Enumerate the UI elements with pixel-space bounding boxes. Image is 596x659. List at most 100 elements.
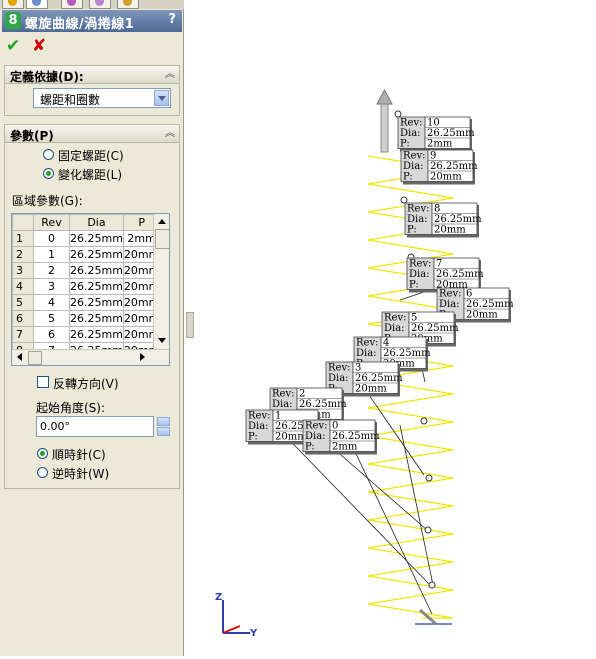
counterclockwise-radio[interactable] — [37, 467, 48, 478]
clockwise-radio[interactable] — [37, 448, 48, 459]
table-row[interactable]: 5 4 26.25mm 20mm — [12, 294, 161, 311]
horizontal-scroll-thumb[interactable] — [28, 351, 42, 365]
scroll-up-icon[interactable] — [158, 219, 166, 224]
table-vertical-scrollbar[interactable] — [153, 214, 169, 349]
helix-feature-icon: 8 — [5, 12, 21, 29]
helix-preview-canvas[interactable]: Rev: 10Dia: 26.25mmP: 2mmRev: 9Dia: 26.25mmP:… — [190, 0, 596, 656]
constant-pitch-radio[interactable] — [43, 149, 54, 160]
help-button[interactable]: ? — [168, 12, 176, 27]
configuration-manager-tab[interactable] — [61, 0, 83, 9]
collapse-chevron-icon[interactable]: ︽ — [165, 125, 175, 142]
callout-field-value: 26.25mm — [383, 348, 431, 359]
graphics-viewport[interactable]: Rev: 10 Dia: 26.25mm P: 2mm Rev: 9 Dia: 26.25mm P:… — [190, 0, 596, 656]
define-by-dropdown[interactable]: 螺距和圈數 — [33, 88, 171, 108]
callout-field-value: 26.25mm — [332, 431, 380, 442]
table-cell[interactable]: 2 — [33, 262, 70, 279]
spin-down-button[interactable] — [157, 427, 170, 436]
control-point[interactable] — [425, 474, 433, 482]
table-row[interactable]: 6 5 26.25mm 20mm — [12, 310, 161, 327]
row-number: 3 — [12, 262, 34, 279]
table-cell[interactable]: 26.25mm — [69, 262, 124, 279]
callout-field-label: P: — [407, 225, 417, 236]
dimxpert-tab[interactable] — [89, 0, 111, 9]
spin-up-button[interactable] — [157, 417, 170, 426]
direction-arrow-head[interactable] — [376, 88, 393, 105]
table-row[interactable]: 7 6 26.25mm 20mm — [12, 326, 161, 343]
display-manager-tab[interactable] — [117, 0, 139, 9]
table-cell[interactable]: 6 — [33, 326, 70, 343]
pitch-callout[interactable]: Rev: 8 Dia: 26.25mm P: 20mm — [404, 202, 482, 238]
table-row[interactable]: 2 1 26.25mm 20mm — [12, 246, 161, 263]
control-point[interactable] — [420, 417, 428, 425]
control-point[interactable] — [394, 110, 402, 118]
table-cell[interactable]: 4 — [33, 294, 70, 311]
control-point[interactable] — [424, 526, 432, 534]
table-cell[interactable]: 3 — [33, 278, 70, 295]
callout-field-label: Dia: — [384, 323, 405, 334]
start-angle-label: 起始角度(S): — [36, 401, 106, 415]
definition-section-header[interactable]: 定義依據(D): ︽ — [4, 65, 180, 84]
callout-field-label: Rev: — [409, 259, 431, 270]
collapse-chevron-icon[interactable]: ︽ — [165, 66, 175, 83]
callout-field-label: Dia: — [409, 269, 430, 280]
cancel-button[interactable]: ✘ — [32, 37, 46, 55]
feature-title-bar: 8 螺旋曲線/渦捲線1 ? — [2, 10, 182, 32]
ok-button[interactable]: ✔ — [6, 37, 20, 55]
triad-z-label: Z — [215, 592, 222, 603]
table-header-cell: Rev — [33, 214, 70, 231]
table-cell[interactable]: 1 — [33, 246, 70, 263]
callout-field-label: P: — [409, 280, 419, 291]
row-number: 6 — [12, 310, 34, 327]
reverse-direction-checkbox[interactable] — [37, 376, 49, 388]
scroll-down-icon[interactable] — [158, 338, 166, 343]
callout-field-label: P: — [403, 172, 413, 183]
callout-field-value: 1 — [275, 411, 281, 422]
callout-field-value: 2 — [299, 389, 305, 400]
table-cell[interactable]: 26.25mm — [69, 278, 124, 295]
table-row[interactable]: 3 2 26.25mm 20mm — [12, 262, 161, 279]
table-cell[interactable]: 26.25mm — [69, 326, 124, 343]
callout-field-value: 8 — [434, 204, 440, 215]
callout-field-label: Rev: — [248, 411, 270, 422]
callout-field-label: Rev: — [403, 151, 425, 162]
callout-field-value: 20mm — [355, 384, 387, 395]
direction-arrow-shaft[interactable] — [380, 103, 389, 153]
control-point[interactable] — [400, 196, 408, 204]
table-cell[interactable]: 26.25mm — [69, 310, 124, 327]
define-by-value: 螺距和圈數 — [40, 93, 101, 107]
chevron-down-icon[interactable] — [154, 90, 169, 106]
scroll-left-icon[interactable] — [17, 353, 22, 361]
pitch-callout[interactable]: Rev: 10 Dia: 26.25mm P: 2mm — [397, 116, 475, 152]
callout-field-label: Rev: — [407, 204, 429, 215]
vertical-scroll-thumb[interactable] — [155, 229, 169, 249]
pitch-callout[interactable]: Rev: 7Dia: 26.25mmP: 20mm — [406, 257, 484, 293]
table-cell[interactable]: 26.25mm — [69, 230, 124, 247]
parameters-section-header[interactable]: 參數(P) ︽ — [4, 124, 180, 143]
property-manager-tab[interactable] — [26, 0, 48, 9]
triad-y-label: Y — [249, 628, 258, 639]
callout-field-label: Dia: — [272, 399, 293, 410]
table-cell[interactable]: 26.25mm — [69, 294, 124, 311]
control-point[interactable] — [428, 581, 436, 589]
callout-field-value: 7 — [436, 259, 442, 270]
callout-field-label: Dia: — [248, 421, 269, 432]
callout-field-label: Rev: — [328, 363, 350, 374]
variable-pitch-radio[interactable] — [43, 168, 54, 179]
table-horizontal-scrollbar[interactable] — [12, 349, 169, 365]
callout-field-label: Rev: — [384, 313, 406, 324]
table-cell[interactable]: 5 — [33, 310, 70, 327]
pitch-callout[interactable]: Rev: 0 Dia: 26.25mm P: 2mm — [302, 419, 380, 455]
callout-field-value: 9 — [430, 151, 436, 162]
table-row[interactable]: 1 0 26.25mm 2mm — [12, 230, 161, 247]
region-params-table[interactable]: Rev Dia P 1 0 26.25mm 2mm 2 1 26.25mm 20mm 322… — [11, 213, 170, 366]
callout-field-value: 26.25mm — [434, 214, 482, 225]
pitch-callout[interactable]: Rev: 9 Dia: 26.25mm P: 20mm — [400, 149, 478, 185]
table-row[interactable]: 4 3 26.25mm 20mm — [12, 278, 161, 295]
scroll-right-icon[interactable] — [140, 353, 145, 361]
start-angle-input[interactable]: 0.00° — [36, 416, 154, 437]
table-cell[interactable]: 26.25mm — [69, 246, 124, 263]
feature-tree-tab[interactable] — [2, 0, 24, 9]
property-manager-pane: 8 螺旋曲線/渦捲線1 ? ✔ ✘ 定義依據(D): ︽ 螺距和圈數 參數(P)… — [0, 0, 184, 656]
table-header-cell — [12, 214, 34, 231]
table-cell[interactable]: 0 — [33, 230, 70, 247]
